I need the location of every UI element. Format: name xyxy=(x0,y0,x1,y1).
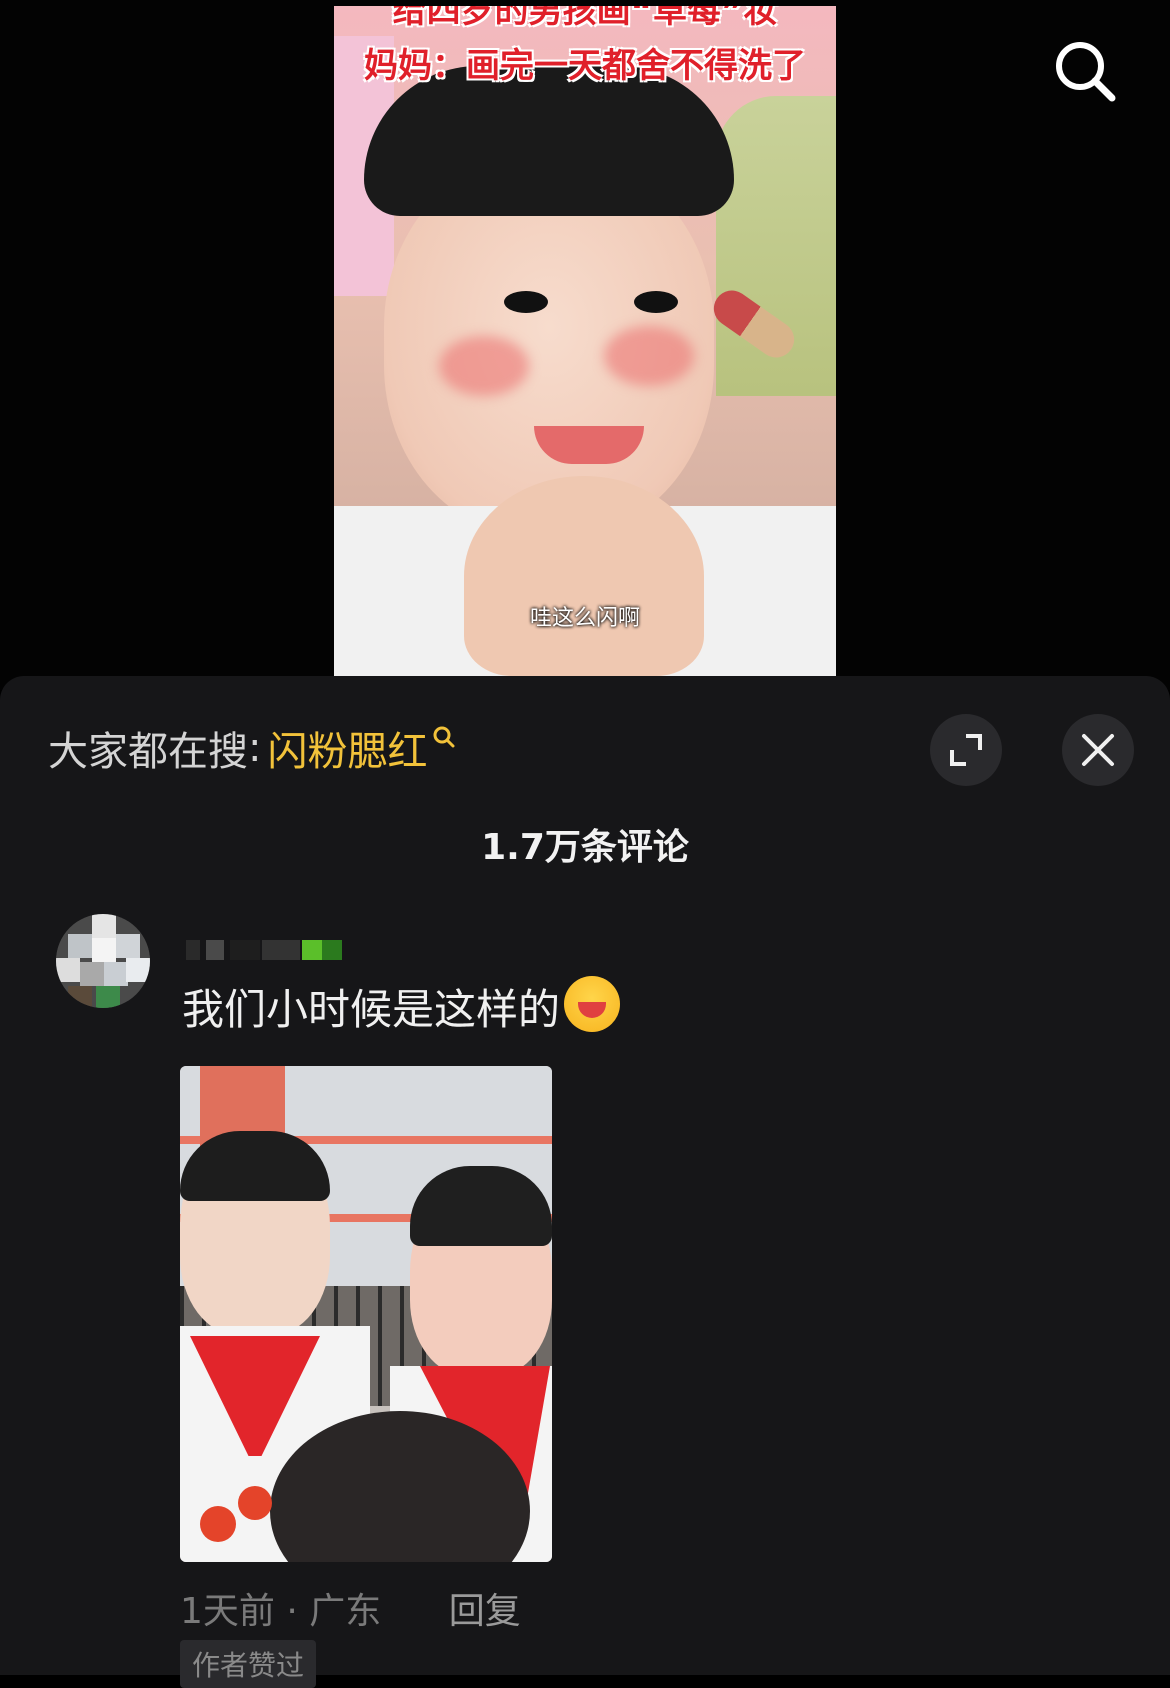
reply-button[interactable]: 回复 xyxy=(449,1591,521,1632)
child-hair xyxy=(364,66,734,216)
comment-image[interactable] xyxy=(180,1066,552,1562)
close-button[interactable] xyxy=(1062,714,1134,786)
avatar[interactable] xyxy=(56,914,150,1008)
hair-tie-bead xyxy=(238,1486,272,1520)
hair-tie-bead xyxy=(200,1506,236,1542)
eye xyxy=(634,291,678,313)
eye xyxy=(504,291,548,313)
close-icon xyxy=(1082,734,1114,766)
laughing-tears-emoji-icon xyxy=(564,976,621,1032)
comment-text: 我们小时候是这样的 xyxy=(182,976,621,1037)
comment-text-content: 我们小时候是这样的 xyxy=(182,985,561,1034)
video-subtitle: 哇这么闪啊 xyxy=(529,606,640,631)
video-player[interactable]: 给四岁的男孩画“草莓”妆 妈妈：画完一天都舍不得洗了 哇这么闪啊 xyxy=(0,0,1170,690)
expand-button[interactable] xyxy=(930,714,1002,786)
author-liked-badge: 作者赞过 xyxy=(180,1640,317,1688)
blush xyxy=(439,336,529,396)
video-title-line1: 给四岁的男孩画“草莓”妆 xyxy=(392,6,778,31)
comment-meta: 1天前 · 广东 回复 xyxy=(180,1582,521,1634)
blush xyxy=(604,326,694,386)
username-redacted[interactable] xyxy=(186,940,346,964)
hand xyxy=(464,476,704,676)
expand-icon xyxy=(950,734,982,766)
video-title-line2: 妈妈：画完一天都舍不得洗了 xyxy=(364,46,806,86)
trending-separator: : xyxy=(248,725,262,771)
search-icon[interactable] xyxy=(1052,38,1118,104)
meta-separator: · xyxy=(274,1591,310,1632)
comment-count: 1.7万条评论 xyxy=(481,827,689,868)
video-title-overlay: 给四岁的男孩画“草莓”妆 妈妈：画完一天都舍不得洗了 xyxy=(334,6,836,86)
trending-term-link[interactable]: 闪粉腮红 xyxy=(267,719,427,777)
small-search-icon xyxy=(433,726,455,748)
trending-label: 大家都在搜 xyxy=(48,729,248,775)
comments-panel: 大家都在搜 : 闪粉腮红 1.7万条评论 我们小时候是这样的 1天前 · 广东 … xyxy=(0,676,1170,1688)
video-frame[interactable]: 给四岁的男孩画“草莓”妆 妈妈：画完一天都舍不得洗了 哇这么闪啊 xyxy=(334,6,836,676)
comment-time: 1天前 xyxy=(180,1591,275,1632)
comment-location: 广东 xyxy=(309,1591,382,1632)
trending-search-bar[interactable]: 大家都在搜 : 闪粉腮红 xyxy=(48,718,455,778)
